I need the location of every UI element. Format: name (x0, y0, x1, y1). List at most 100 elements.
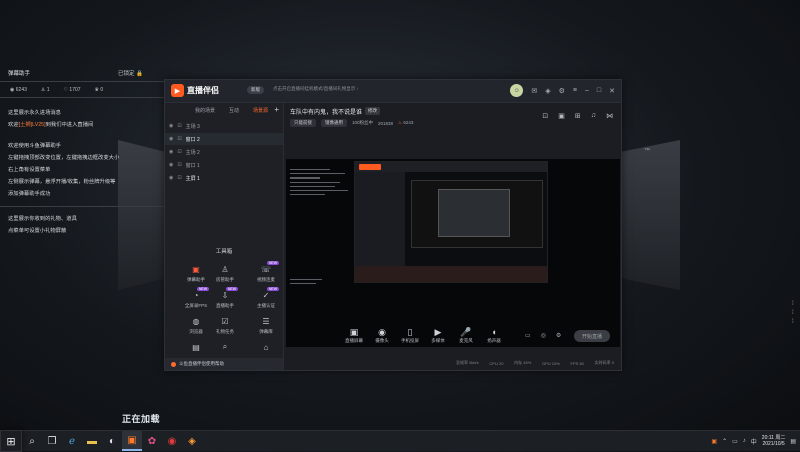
steam-icon[interactable]: ◐ (102, 431, 122, 451)
lock-icon[interactable]: ⊡ (177, 123, 181, 129)
netease-icon[interactable]: ◉ (162, 431, 182, 451)
search-icon[interactable]: ⌕ (22, 431, 42, 451)
maximize-icon[interactable]: □ (597, 87, 601, 94)
chat-icon[interactable]: ⊡ (542, 112, 548, 120)
scene-row[interactable]: ◉ ⊡ 主场 2 (165, 146, 283, 158)
logo-icon: ▶ (171, 84, 184, 97)
tool-label: 直播助手 (216, 303, 234, 308)
tool-item[interactable]: ☑ 礼物任务 (210, 315, 240, 335)
volume-icon[interactable]: ♪ (743, 438, 746, 444)
new-badge: NEW (266, 261, 279, 265)
file-explorer-icon[interactable]: ▬ (82, 431, 102, 451)
tray-app-icon[interactable]: ▣ (711, 438, 717, 445)
eye-icon[interactable]: ◉ (169, 162, 173, 168)
tray-expand-icon[interactable]: ⌃ (722, 438, 727, 445)
gear-small-icon[interactable]: ⚙ (556, 332, 561, 339)
title-bar[interactable]: ▶ 直播伴侣 新版 点击开启直播间挂机模式/直播间礼物显示 › ☺ ✉ ◈ ⚙ … (165, 80, 621, 103)
edge-browser-icon[interactable]: ℯ (62, 431, 82, 451)
tool-item[interactable]: ◍ 浏览器 (181, 315, 211, 335)
lock-icon[interactable]: ⊡ (177, 136, 181, 142)
streaming-app-taskbar-icon[interactable]: ▣ (122, 431, 142, 451)
fire-icon: ♨ (398, 120, 403, 125)
clock[interactable]: 20:11 周二 2021/10/5 (762, 435, 786, 447)
tool-item[interactable]: ◔ NEW 全屏录FPS (181, 287, 211, 309)
tool-icon: ◍ (192, 316, 200, 326)
status-item: 内存 45% (514, 360, 532, 365)
notification-icon[interactable]: ▤ (790, 438, 796, 445)
eye-icon[interactable]: ◉ (169, 123, 173, 129)
version-badge[interactable]: 新版 (247, 86, 264, 94)
desktop-decoration-right (620, 140, 680, 290)
stream-preview[interactable] (286, 159, 620, 347)
close-icon[interactable]: ✕ (609, 87, 615, 95)
share-screen-icon[interactable]: ▣ (558, 112, 565, 120)
eye-icon[interactable]: ◉ (169, 149, 173, 155)
douyu-icon[interactable]: ◈ (182, 431, 202, 451)
scene-row[interactable]: ◉ ⊡ 窗口 2 (165, 133, 283, 145)
room-id: 201838 (378, 120, 394, 126)
gift-icon[interactable]: ⊞ (575, 112, 581, 120)
scene-label: 窗口 2 (185, 136, 200, 143)
skin-icon[interactable]: ◈ (545, 87, 550, 95)
lock-icon[interactable]: ⊡ (177, 175, 181, 181)
help-notice[interactable]: 斗鱼直播伴侣使用帮助 (165, 358, 283, 370)
lock-toggle[interactable]: 已锁定 🔒 (118, 69, 143, 77)
tool-icon: ♙ (221, 264, 229, 274)
mail-icon[interactable]: ✉ (531, 87, 537, 95)
tool-item[interactable]: ☏ NEW 视频连麦 (251, 261, 281, 283)
scene-row[interactable]: ◉ ⊡ 窗口 1 (165, 159, 283, 171)
barrage-helper-panel[interactable]: 弹幕助手 已锁定 🔒 ◉ 6243 ♙ 1 ♡ 1707 ♛ 0 这里展示永久进… (0, 66, 165, 246)
tool-label: 视频连麦 (257, 277, 275, 282)
ime-icon[interactable]: 中 (751, 437, 757, 446)
camera-small-icon[interactable]: ▭ (525, 332, 531, 339)
start-stream-button[interactable]: 开始直播 (574, 330, 610, 342)
status-item: GPU 10% (542, 360, 560, 366)
tab-scene-source[interactable]: 场景源 (253, 107, 268, 114)
scene-label: 窗口 1 (185, 162, 200, 169)
scene-row[interactable]: ◉ ⊡ 主场 3 (165, 120, 283, 132)
share-icon[interactable]: ⋈ (606, 112, 613, 120)
eye-icon[interactable]: ◉ (169, 175, 173, 181)
tool-item[interactable]: ⇩ NEW 直播助手 (210, 287, 240, 309)
streaming-app-window[interactable]: ▶ 直播伴侣 新版 点击开启直播间挂机模式/直播间礼物显示 › ☺ ✉ ◈ ⚙ … (164, 79, 622, 371)
nested-inner-window (438, 189, 510, 237)
fans-info: 100粉丝中 (352, 120, 374, 125)
add-source-icon[interactable]: + (274, 105, 279, 114)
tab-interact[interactable]: 互动 (229, 107, 239, 114)
gift-stat: ♡ 1707 (63, 87, 81, 93)
speaker-control[interactable]: ◖ 扬声器 (477, 327, 511, 344)
tool-item[interactable]: ⌕ (210, 341, 240, 355)
scene-label: 主屏 1 (185, 175, 200, 182)
tool-item[interactable]: ☰ 弹幕库 (251, 315, 281, 335)
room-tag[interactable]: 只能前接 (290, 119, 316, 127)
lock-icon[interactable]: ⊡ (177, 162, 181, 168)
game-icon[interactable]: ✿ (142, 431, 162, 451)
room-tag[interactable]: 镜像通用 (321, 119, 347, 127)
lock-icon: 🔒 (136, 71, 143, 77)
tool-item[interactable]: ✓ NEW 主播认证 (251, 287, 281, 309)
avatar[interactable]: ☺ (510, 84, 524, 97)
tool-item[interactable]: ▣ 弹幕助手 (181, 263, 211, 283)
tool-item[interactable]: ▤ (181, 341, 211, 355)
divider (0, 97, 165, 98)
minimize-icon[interactable]: – (585, 87, 589, 94)
edit-title-button[interactable]: 修改 (365, 107, 380, 115)
eye-icon[interactable]: ◉ (169, 136, 173, 142)
bell-icon[interactable]: ♫ (591, 112, 596, 120)
side-scroll-marks: ⁞ ⁞ ⁞ (792, 301, 794, 325)
windows-start-icon[interactable]: ⊞ (0, 430, 22, 452)
viewer-stat: ◉ 6243 (10, 87, 27, 93)
lock-icon[interactable]: ⊡ (177, 149, 181, 155)
scene-row[interactable]: ◉ ⊡ 主屏 1 (165, 172, 283, 184)
preview-text-lines (290, 169, 350, 198)
marquee-link[interactable]: 点击开启直播间挂机模式/直播间礼物显示 › (273, 86, 358, 92)
clock-date: 2021/10/5 (762, 441, 785, 447)
network-icon[interactable]: ▭ (732, 438, 738, 445)
task-view-icon[interactable]: ❐ (42, 431, 62, 451)
tool-item[interactable]: ♙ 房管助手 (210, 263, 240, 283)
menu-icon[interactable]: ≡ (573, 87, 577, 94)
tool-item[interactable]: ⌂ (251, 341, 281, 355)
settings-icon[interactable]: ⚙ (559, 87, 565, 95)
tab-my-scenes[interactable]: 我的场景 (195, 107, 215, 114)
eye-small-icon[interactable]: ◎ (541, 332, 546, 339)
